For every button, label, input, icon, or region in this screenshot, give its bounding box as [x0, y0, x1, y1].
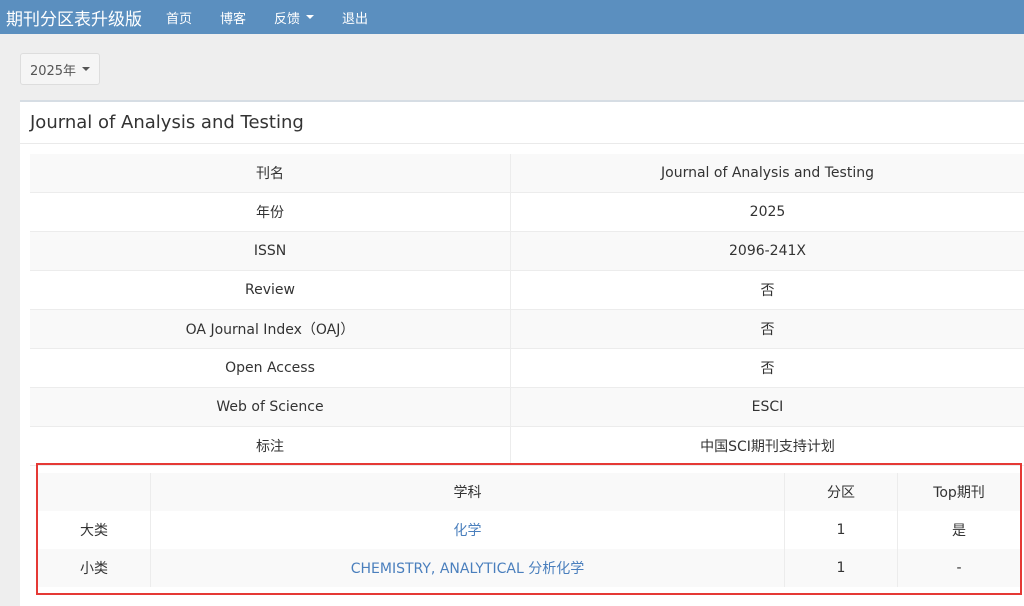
subject-zone: 1	[784, 511, 898, 549]
subject-name[interactable]: CHEMISTRY, ANALYTICAL 分析化学	[351, 561, 584, 577]
table-row: Review 否	[30, 270, 1024, 310]
info-label: 标注	[30, 426, 511, 466]
table-row: Web of Science ESCI	[30, 387, 1024, 427]
info-value: ESCI	[510, 387, 1024, 427]
nav-home-label: 首页	[166, 11, 193, 27]
info-label: OA Journal Index（OAJ）	[30, 309, 511, 349]
info-value: 2025	[510, 192, 1024, 232]
info-label: Open Access	[30, 348, 511, 388]
nav-logout[interactable]: 退出	[342, 8, 368, 27]
nav-feedback-label: 反馈	[274, 11, 301, 27]
info-label: Review	[30, 270, 511, 310]
table-row: 刊名 Journal of Analysis and Testing	[30, 154, 1024, 193]
chevron-down-icon	[82, 67, 91, 71]
info-value: 2096-241X	[510, 231, 1024, 271]
info-value: 否	[510, 270, 1024, 310]
nav-logout-label: 退出	[342, 11, 369, 27]
info-label: ISSN	[30, 231, 511, 271]
subject-zone: 1	[784, 549, 898, 587]
header-top-journal: Top期刊	[897, 473, 1020, 511]
subject-top: 是	[897, 511, 1020, 549]
nav-feedback-dropdown[interactable]: 反馈	[274, 8, 315, 27]
subject-type: 小类	[38, 549, 151, 587]
year-select-label: 2025年	[29, 63, 77, 79]
info-value: 否	[510, 309, 1024, 349]
info-value: 中国SCI期刊支持计划	[510, 426, 1024, 466]
chevron-down-icon	[306, 15, 315, 19]
info-value: Journal of Analysis and Testing	[510, 154, 1024, 193]
nav-home[interactable]: 首页	[166, 8, 192, 27]
top-navbar: 期刊分区表升级版 首页 博客 反馈 退出	[0, 0, 1024, 34]
info-value: 否	[510, 348, 1024, 388]
header-subject: 学科	[150, 473, 785, 511]
subject-header-row: 学科 分区 Top期刊	[38, 473, 1020, 511]
header-zone: 分区	[784, 473, 898, 511]
info-label: 刊名	[30, 154, 511, 193]
table-row: ISSN 2096-241X	[30, 231, 1024, 271]
nav-blog[interactable]: 博客	[220, 8, 246, 27]
table-row: 年份 2025	[30, 192, 1024, 232]
journal-title: Journal of Analysis and Testing	[30, 112, 304, 133]
table-row: 标注 中国SCI期刊支持计划	[30, 426, 1024, 466]
subject-name[interactable]: 化学	[454, 523, 482, 539]
info-label: 年份	[30, 192, 511, 232]
table-row: 大类 化学 1 是	[38, 511, 1020, 549]
title-divider	[20, 143, 1024, 144]
brand-title[interactable]: 期刊分区表升级版	[0, 5, 142, 30]
info-label: Web of Science	[30, 387, 511, 427]
subject-table: 学科 分区 Top期刊 大类 化学 1 是 小类 CHEMISTRY, ANAL…	[38, 473, 1020, 587]
nav-blog-label: 博客	[220, 11, 247, 27]
header-type	[38, 473, 151, 511]
subject-classification-highlight: 学科 分区 Top期刊 大类 化学 1 是 小类 CHEMISTRY, ANAL…	[36, 463, 1022, 595]
subject-top: -	[897, 549, 1020, 587]
year-select-button[interactable]: 2025年	[20, 53, 100, 85]
table-row: OA Journal Index（OAJ）否	[30, 309, 1024, 349]
subject-name-link[interactable]: 化学	[150, 511, 785, 549]
journal-panel: Journal of Analysis and Testing 刊名 Journa…	[20, 100, 1024, 606]
journal-info-table: 刊名 Journal of Analysis and Testing 年份 2025…	[30, 154, 1024, 466]
table-row: 小类 CHEMISTRY, ANALYTICAL 分析化学 1 -	[38, 549, 1020, 587]
subject-name-link[interactable]: CHEMISTRY, ANALYTICAL 分析化学	[150, 549, 785, 587]
subject-type: 大类	[38, 511, 151, 549]
table-row: Open Access 否	[30, 348, 1024, 388]
